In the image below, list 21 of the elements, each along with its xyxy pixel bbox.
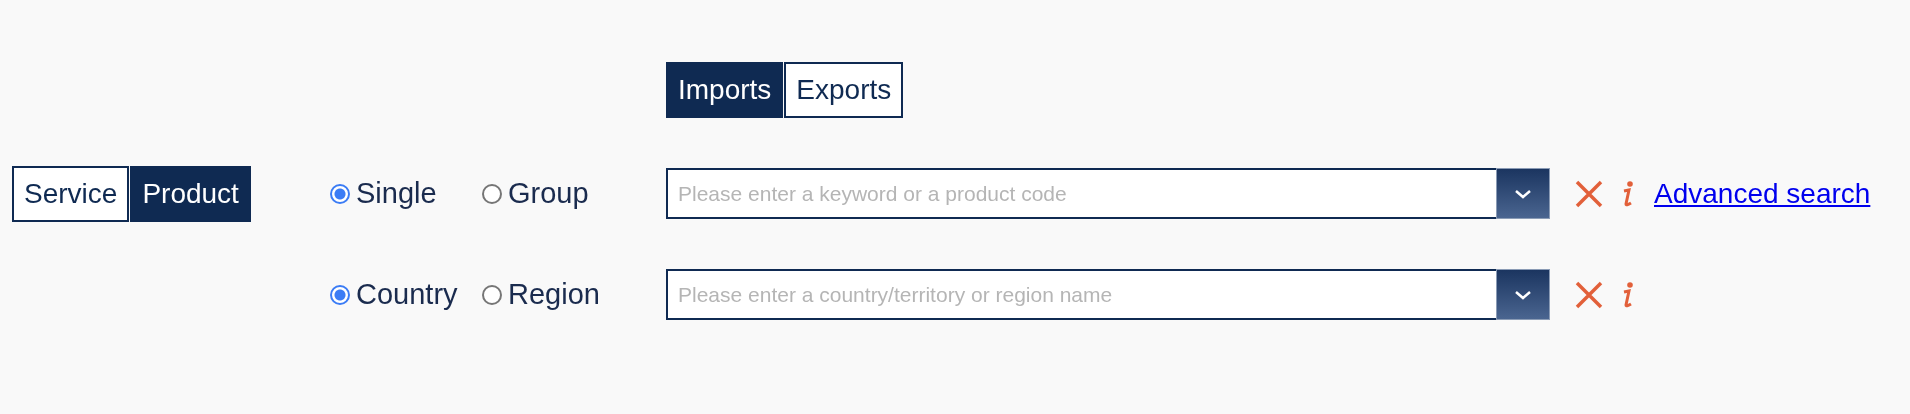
info-icon[interactable] <box>1622 280 1634 309</box>
flow-tab[interactable]: Exports <box>784 62 904 118</box>
dropdown-button[interactable] <box>1496 168 1550 219</box>
search-field[interactable]: Please enter a keyword or a product code <box>666 168 1498 219</box>
type-toggle[interactable]: Service <box>12 165 130 222</box>
advanced-search-link[interactable]: Advanced search <box>1654 177 1871 210</box>
radio-option[interactable]: Single <box>330 177 482 210</box>
radio-option[interactable]: Group <box>482 177 666 210</box>
flow-tab[interactable]: Imports <box>666 62 784 118</box>
info-icon[interactable] <box>1622 179 1634 208</box>
search-field[interactable]: Please enter a country/territory or region name <box>666 269 1498 320</box>
radio-button[interactable] <box>482 284 502 305</box>
clear-icon[interactable] <box>1574 279 1604 310</box>
radio-button[interactable] <box>330 284 350 305</box>
radio-button[interactable] <box>330 183 350 204</box>
radio-button[interactable] <box>482 183 502 204</box>
radio-option[interactable]: Region <box>482 278 666 311</box>
dropdown-button[interactable] <box>1496 269 1550 320</box>
radio-option[interactable]: Country <box>330 278 482 311</box>
type-toggle[interactable]: Product <box>130 165 251 222</box>
clear-icon[interactable] <box>1574 178 1604 209</box>
